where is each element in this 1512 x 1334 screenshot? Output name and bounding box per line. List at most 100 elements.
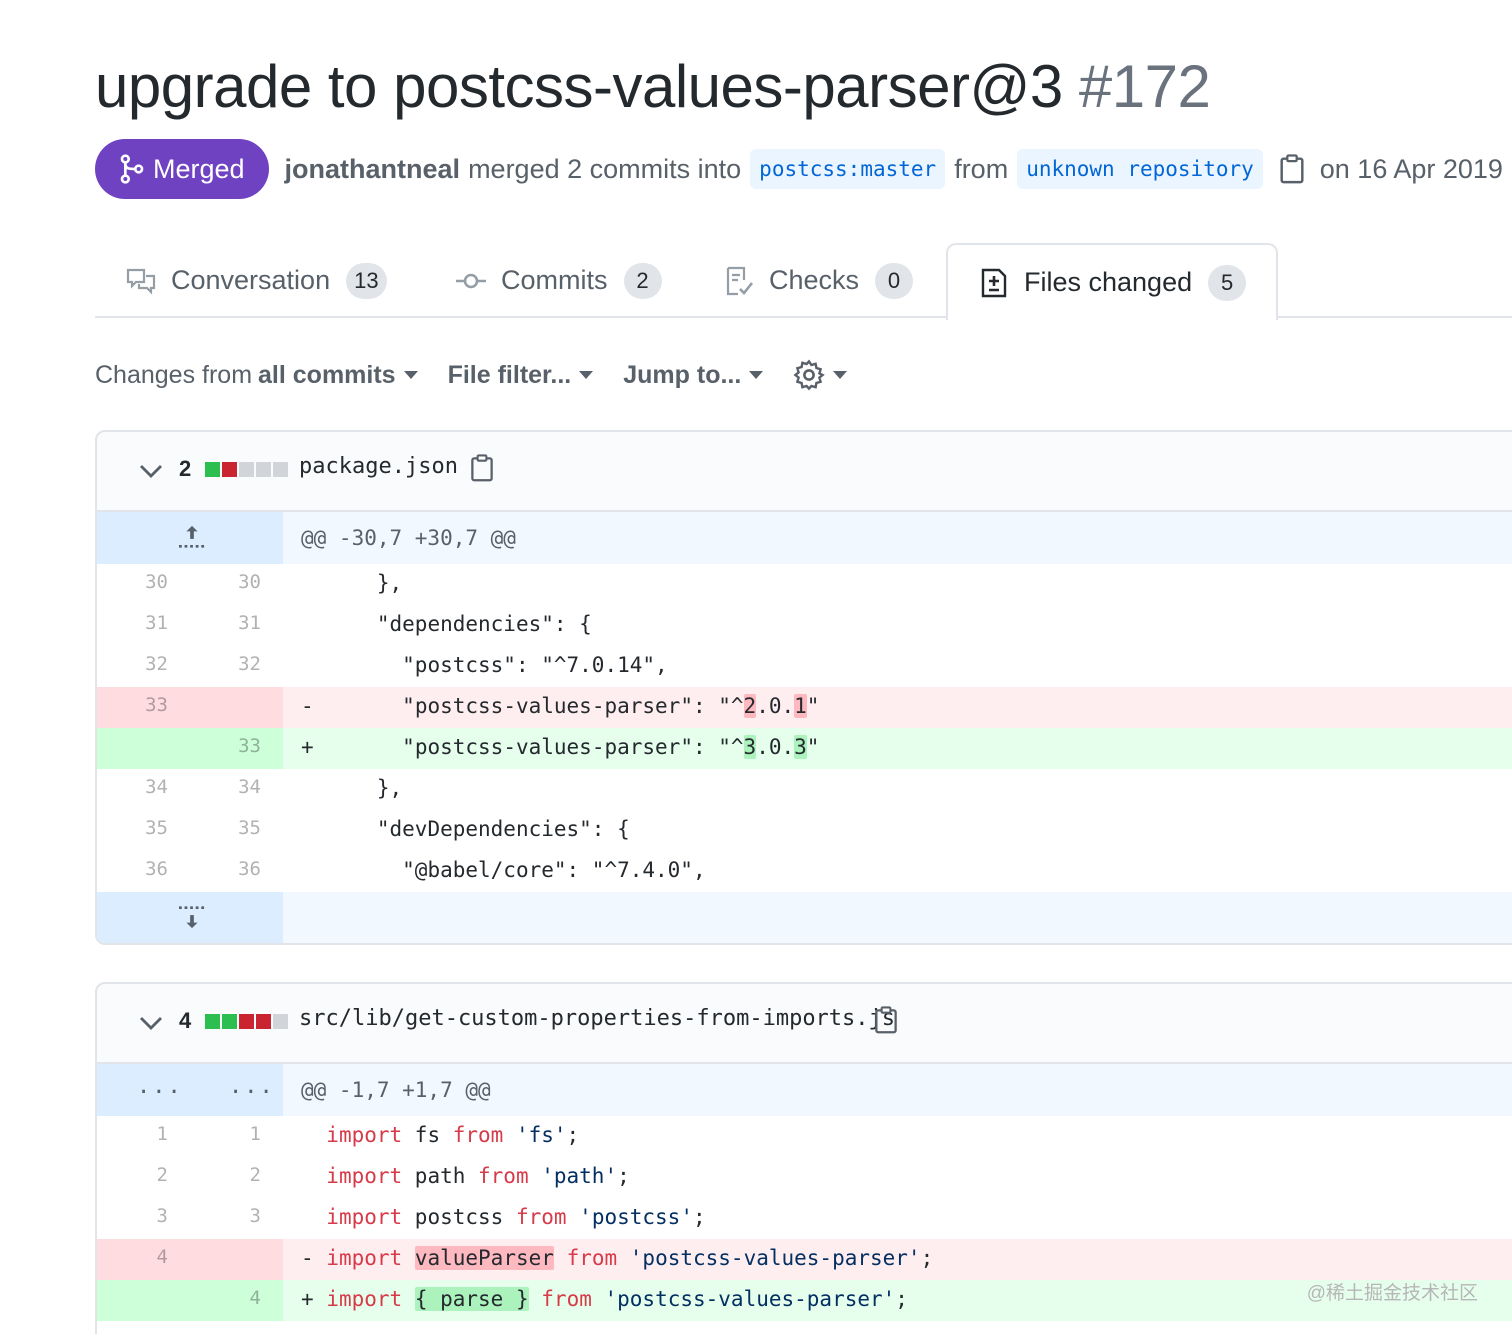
tab-checks[interactable]: Checks 0	[723, 243, 914, 318]
new-line-number[interactable]: 30	[190, 564, 283, 605]
code-text: },	[283, 769, 1512, 810]
line-code: },	[326, 776, 403, 800]
file-name-link[interactable]: package.json	[299, 454, 458, 479]
diffstat	[205, 1014, 288, 1029]
old-line-number[interactable]	[97, 728, 190, 769]
diff-line-addition: 33 + "postcss-values-parser": "^3.0.3"	[97, 728, 1512, 769]
punctuation: ;	[617, 1164, 630, 1188]
tab-commits[interactable]: Commits 2	[455, 243, 662, 318]
changed-chars: { parse }	[414, 1287, 529, 1311]
code-text: },	[283, 564, 1512, 605]
line-code: "postcss": "^7.0.14",	[326, 653, 668, 677]
merge-date: on 16 Apr 2019	[1319, 153, 1503, 184]
old-line-number[interactable]: 31	[97, 605, 190, 646]
old-line-number[interactable]	[97, 1280, 190, 1321]
string-literal: 'postcss'	[566, 1205, 693, 1229]
new-line-number[interactable]: 34	[190, 769, 283, 810]
chevron-down-icon[interactable]	[139, 1014, 163, 1034]
changed-chars: 3	[794, 735, 807, 759]
expand-down-icon[interactable]	[177, 904, 207, 930]
new-line-number[interactable]: 31	[190, 605, 283, 646]
diffstat	[205, 462, 288, 477]
line-code: "@babel/core": "^7.4.0",	[326, 858, 706, 882]
old-line-number[interactable]: 34	[97, 769, 190, 810]
tab-files-changed[interactable]: Files changed 5	[946, 243, 1279, 320]
changed-chars: valueParser	[414, 1246, 554, 1270]
file-filter-dropdown[interactable]: File filter...	[448, 361, 594, 390]
tab-counter: 13	[346, 262, 387, 299]
identifier: path	[402, 1164, 479, 1188]
new-line-number[interactable]: 4	[190, 1280, 283, 1321]
diffstat-add-block	[205, 462, 220, 477]
new-line-number[interactable]	[190, 1239, 283, 1280]
merged-state-badge: Merged	[95, 139, 269, 199]
author-link[interactable]: jonathantneal	[285, 154, 461, 185]
base-branch[interactable]: postcss:master	[750, 149, 946, 189]
hunk-header: ... ... @@ -1,7 +1,7 @@	[97, 1064, 1512, 1116]
diff-line: 2 2 import path from 'path';	[97, 1157, 1512, 1198]
expand-footer	[97, 892, 1512, 943]
line-code: "dependencies": {	[326, 612, 592, 636]
punctuation: ;	[566, 1123, 580, 1147]
changed-chars: 1	[794, 694, 807, 718]
code-post: "	[806, 694, 820, 718]
string-literal: 'path'	[528, 1164, 618, 1188]
expand-dots-old[interactable]: ...	[137, 1074, 183, 1099]
new-line-number[interactable]: 32	[190, 646, 283, 687]
new-line-number[interactable]: 3	[190, 1198, 283, 1239]
hunk-text: @@ -30,7 +30,7 @@	[283, 512, 1512, 564]
comment-discussion-icon	[126, 268, 156, 295]
diff-settings-dropdown[interactable]	[793, 359, 848, 391]
new-line-number[interactable]: 33	[190, 728, 283, 769]
keyword: from	[452, 1123, 504, 1147]
copy-path-icon[interactable]	[873, 1006, 899, 1034]
caret-down-icon	[833, 371, 848, 379]
code-post: "	[806, 735, 820, 759]
pr-meta: Merged jonathantneal merged 2 commits in…	[95, 139, 1503, 199]
new-line-number[interactable]: 35	[190, 810, 283, 851]
diffstat-neutral-block	[256, 462, 271, 477]
line-code: "devDependencies": {	[326, 817, 630, 841]
keyword: import	[326, 1123, 403, 1147]
tab-conversation[interactable]: Conversation 13	[125, 243, 387, 318]
file-name-link[interactable]: src/lib/get-custom-properties-from-impor…	[299, 1006, 895, 1031]
diff-line-addition: 4 + import { parse } from 'postcss-value…	[97, 1280, 1512, 1321]
old-line-number[interactable]: 2	[97, 1157, 190, 1198]
diff-toolbar: Changes from all commits File filter... …	[95, 355, 877, 395]
old-line-number[interactable]: 30	[97, 564, 190, 605]
changes-from-dropdown[interactable]: Changes from all commits	[95, 361, 418, 390]
changes-count: 2	[179, 456, 192, 481]
pr-title: upgrade to postcss-values-parser@3 #172	[95, 52, 1211, 121]
diff-sign: -	[301, 1246, 314, 1270]
old-line-number[interactable]: 3	[97, 1198, 190, 1239]
new-line-number[interactable]	[190, 687, 283, 728]
copy-path-icon[interactable]	[469, 454, 495, 482]
head-branch[interactable]: unknown repository	[1017, 149, 1263, 189]
code-pre: "postcss-values-parser": "^	[326, 735, 744, 759]
new-line-number[interactable]: 36	[190, 851, 283, 892]
caret-down-icon	[579, 371, 594, 379]
old-line-number[interactable]: 35	[97, 810, 190, 851]
jump-to-dropdown[interactable]: Jump to...	[623, 361, 764, 390]
file-diff-get-custom-properties: 4 src/lib/get-custom-properties-from-imp…	[95, 982, 1512, 1334]
old-line-number[interactable]: 32	[97, 646, 190, 687]
tab-counter: 5	[1208, 264, 1247, 301]
hunk-text: @@ -1,7 +1,7 @@	[283, 1064, 1512, 1116]
hunk-gutter	[97, 892, 283, 943]
new-line-number[interactable]: 1	[190, 1116, 283, 1157]
old-line-number[interactable]: 36	[97, 851, 190, 892]
code-text: - "postcss-values-parser": "^2.0.1"	[283, 687, 1512, 728]
chevron-down-icon[interactable]	[139, 462, 163, 482]
old-line-number[interactable]: 1	[97, 1116, 190, 1157]
changes-prefix: Changes from	[95, 360, 253, 389]
old-line-number[interactable]: 33	[97, 687, 190, 728]
expand-up-icon[interactable]	[177, 524, 207, 550]
new-line-number[interactable]: 2	[190, 1157, 283, 1198]
diffstat-neutral-block	[273, 1014, 288, 1029]
keyword: import	[326, 1205, 403, 1229]
from-text: from	[954, 153, 1009, 184]
copy-branch-icon[interactable]	[1278, 154, 1306, 184]
punctuation: ;	[920, 1246, 934, 1270]
expand-dots-new[interactable]: ...	[229, 1074, 275, 1099]
old-line-number[interactable]: 4	[97, 1239, 190, 1280]
